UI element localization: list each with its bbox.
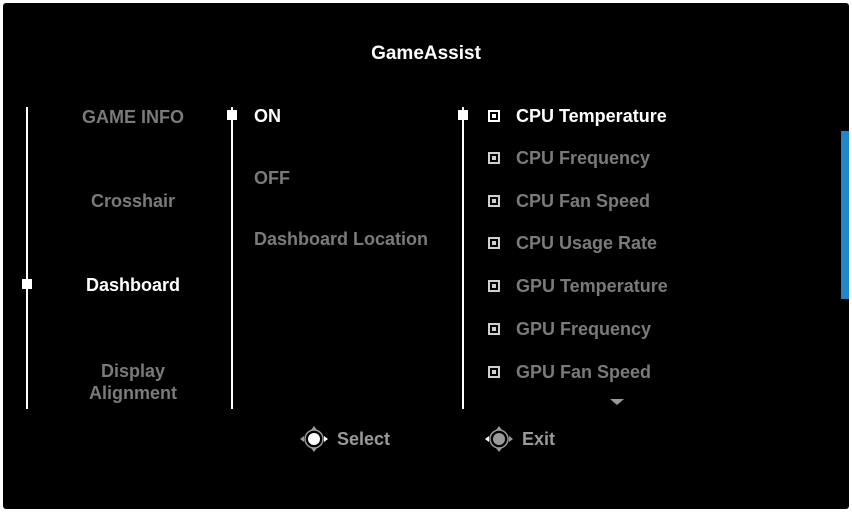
option-label: ON [254, 106, 281, 126]
item-label: CPU Usage Rate [516, 232, 658, 253]
select-hint: Select [299, 425, 390, 453]
checkbox-icon[interactable] [488, 280, 500, 292]
option-label: Dashboard Location [254, 229, 429, 249]
checkbox-icon[interactable] [488, 195, 500, 207]
item-cpu-usage-rate[interactable]: CPU Usage Rate [488, 231, 657, 255]
category-label: Display Alignment [89, 361, 177, 403]
category-selection-marker [22, 279, 32, 289]
item-label: GPU Temperature [516, 275, 668, 296]
category-dashboard[interactable]: Dashboard [33, 274, 233, 296]
checkbox-icon[interactable] [488, 366, 500, 378]
exit-hint: Exit [484, 425, 555, 453]
category-label: Dashboard [85, 275, 181, 295]
osd-panel: GameAssist GAME INFO Crosshair Dashboard… [3, 3, 849, 509]
item-label: GPU Fan Speed [516, 361, 652, 382]
item-gpu-fan-speed[interactable]: GPU Fan Speed [488, 360, 651, 384]
item-label: GPU Frequency [516, 318, 652, 339]
item-gpu-temperature[interactable]: GPU Temperature [488, 274, 668, 298]
checkbox-icon[interactable] [488, 152, 500, 164]
select-hint-label: Select [337, 428, 391, 449]
category-column-line [26, 107, 28, 409]
item-label: CPU Fan Speed [516, 190, 651, 211]
checkbox-icon[interactable] [488, 110, 500, 122]
option-off[interactable]: OFF [254, 168, 290, 189]
item-label: CPU Frequency [516, 147, 651, 168]
item-selection-marker [458, 110, 468, 120]
joystick-icon [300, 426, 328, 452]
chevron-down-icon[interactable] [610, 399, 624, 405]
scrollbar[interactable] [841, 131, 849, 299]
category-display-alignment[interactable]: Display Alignment [83, 360, 183, 404]
item-gpu-frequency[interactable]: GPU Frequency [488, 317, 651, 341]
checkbox-icon[interactable] [488, 237, 500, 249]
item-cpu-temperature[interactable]: CPU Temperature [488, 104, 667, 128]
joystick-left-icon [485, 426, 513, 452]
option-dashboard-location[interactable]: Dashboard Location [254, 229, 428, 250]
item-cpu-fan-speed[interactable]: CPU Fan Speed [488, 189, 650, 213]
category-label: GAME INFO [82, 107, 184, 127]
option-column-line [231, 107, 233, 409]
item-column-line [462, 107, 464, 409]
item-label: CPU Temperature [516, 105, 667, 126]
category-game-info[interactable]: GAME INFO [33, 106, 233, 128]
option-on[interactable]: ON [254, 106, 281, 127]
option-label: OFF [254, 168, 290, 188]
item-cpu-frequency[interactable]: CPU Frequency [488, 146, 650, 170]
category-crosshair[interactable]: Crosshair [33, 190, 233, 212]
page-title: GameAssist [371, 43, 481, 64]
category-label: Crosshair [90, 191, 176, 211]
exit-hint-label: Exit [522, 428, 556, 449]
checkbox-icon[interactable] [488, 323, 500, 335]
